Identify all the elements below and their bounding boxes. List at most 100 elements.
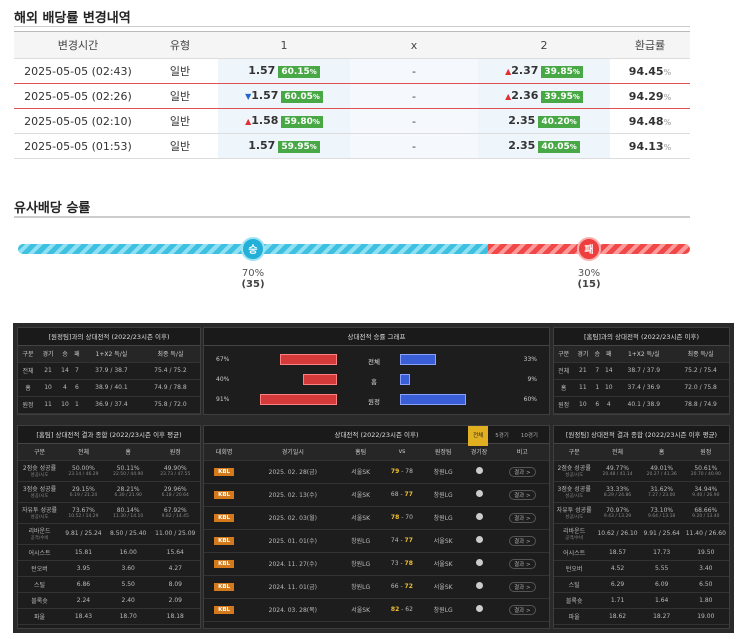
- venue-cell: [462, 483, 496, 507]
- stat-value: 2.40: [121, 596, 135, 604]
- stat-value: 6.86: [76, 580, 91, 588]
- away-score: 77: [404, 491, 413, 498]
- graph-left-pct: 67%: [216, 356, 230, 363]
- result-button[interactable]: 결과 >: [509, 489, 536, 500]
- h2h-cell: 38.7 / 37.9: [615, 362, 673, 380]
- league-cell: KBL: [204, 598, 245, 622]
- away-team: 창원LG: [424, 598, 463, 622]
- basketball-icon: [475, 605, 483, 612]
- stat-value: 31.62%: [650, 485, 674, 493]
- odds-pct-badge: 59.95%: [278, 141, 320, 153]
- result-button[interactable]: 결과 >: [509, 558, 536, 569]
- stat-subvalue: 11.30 / 14.10: [113, 513, 144, 519]
- league-cell: KBL: [204, 552, 245, 576]
- summary-row: 리바운드 공격/수비 9.81 / 25.24 8.50 / 25.40 11.00 /…: [18, 523, 200, 545]
- stat-value-cell: 17.73: [640, 544, 683, 561]
- h2h-graph-title: 상대전적 승률 그래프: [204, 328, 549, 346]
- stat-value: 4.52: [610, 564, 625, 572]
- graph-row-label: 전체: [368, 358, 380, 366]
- odds-pct: 60.05: [284, 92, 313, 102]
- summary-row: 3점슛 성공률 성공/시도 29.15% 6.19 / 21.24 28.21% 6.30…: [18, 481, 200, 503]
- refund-rate-cell: 94.29%: [610, 83, 690, 109]
- stat-sublabel: 성공/시도: [30, 515, 49, 520]
- h2h-header: 구분: [18, 346, 39, 363]
- h2h-cell: 1: [592, 379, 603, 397]
- h2h-graph-panel: 상대전적 승률 그래프 67% 전체 33% 40% 홈 9% 91% 원정 60%: [203, 327, 550, 415]
- match-count-tabs: 전체 5경기 10경기: [466, 426, 543, 446]
- odds-title-divider: [14, 26, 690, 27]
- stat-value-cell: 18.18: [150, 608, 200, 625]
- stat-label: 2점슛 성공률: [557, 465, 591, 472]
- stat-value: 80.14%: [116, 506, 140, 514]
- graph-right-bar: [400, 374, 410, 385]
- stat-value: 10.62 / 26.10: [597, 530, 638, 537]
- loss-pct: 30%: [577, 268, 601, 279]
- stat-name: 3점슛 성공률 성공/시도: [554, 481, 595, 503]
- pct-unit: %: [569, 143, 577, 151]
- score-cell: 82 - 62: [379, 598, 425, 622]
- result-button[interactable]: 결과 >: [509, 512, 536, 523]
- stat-subvalue: 6.18 / 20.64: [161, 492, 189, 498]
- refund-rate: 94.13: [628, 139, 664, 153]
- stat-value: 50.00%: [72, 464, 95, 472]
- match-row: KBL 2025. 01. 01(수) 창원LG 74 - 77 서울SK 결과 >: [204, 529, 549, 553]
- league-badge: KBL: [214, 605, 235, 614]
- h2h-header: 경기: [573, 346, 593, 363]
- stat-value-cell: 49.90% 23.73 / 47.55: [150, 460, 200, 482]
- stat-value: 3.60: [121, 564, 135, 572]
- pct-unit: %: [572, 68, 580, 76]
- odds-pct: 39.95: [544, 92, 573, 102]
- stat-value-cell: 16.00: [105, 544, 151, 561]
- result-button[interactable]: 결과 >: [509, 581, 536, 592]
- summary-row: 블록슛 2.24 2.40 2.09: [18, 592, 200, 609]
- stat-value-cell: 3.60: [105, 560, 151, 577]
- score-cell: 74 - 77: [379, 529, 425, 553]
- basketball-icon: [475, 513, 483, 520]
- h2h-cell: 원정: [554, 396, 574, 414]
- tab-2[interactable]: 10경기: [516, 426, 543, 446]
- result-button[interactable]: 결과 >: [509, 604, 536, 615]
- stat-sublabel: 성공/시도: [565, 494, 584, 499]
- stat-subvalue: 23.73 / 47.55: [160, 471, 191, 477]
- odds-value: 2.36: [511, 89, 539, 102]
- stat-subvalue: 9.43 / 13.29: [603, 513, 632, 519]
- odds-header-2: 1: [218, 31, 350, 59]
- stat-value: 70.97%: [606, 506, 629, 514]
- note-cell: 결과 >: [495, 483, 549, 507]
- league-cell: KBL: [204, 460, 245, 484]
- pct-unit: %: [663, 67, 672, 77]
- odds-pct: 40.05: [541, 142, 570, 152]
- stat-value: 34.94%: [694, 485, 718, 493]
- summary-row: 2점슛 성공률 성공/시도 50.00% 23.14 / 46.29 50.11% 22.…: [18, 460, 200, 482]
- stat-value-cell: 18.27: [640, 608, 683, 625]
- odds-2-cell: ▲2.36 39.95%: [478, 83, 610, 109]
- h2h-cell: 7: [71, 362, 82, 380]
- h2h-header: 경기: [38, 346, 59, 363]
- odds-value: 1.58: [251, 114, 279, 127]
- tab-0[interactable]: 전체: [468, 426, 489, 446]
- odds-1-cell: 1.57 60.15%: [218, 58, 350, 84]
- stat-name: 턴오버: [18, 560, 62, 577]
- stat-value: 8.09: [168, 580, 182, 588]
- home-score: 73: [390, 560, 399, 567]
- stat-value-cell: 6.29: [594, 576, 641, 593]
- stat-label: 리바운드: [563, 528, 586, 535]
- summary-row: 스틸 6.29 6.09 6.50: [554, 576, 729, 593]
- stat-value: 49.77%: [606, 464, 629, 472]
- result-button[interactable]: 결과 >: [509, 535, 536, 546]
- stat-value: 49.90%: [163, 464, 187, 472]
- stat-subvalue: 9.64 / 13.18: [648, 513, 676, 519]
- summary-row: 블록슛 1.71 1.64 1.80: [554, 592, 729, 609]
- stat-label: 턴오버: [31, 565, 48, 573]
- stat-value-cell: 1.64: [640, 592, 683, 609]
- home-team: 창원LG: [341, 552, 380, 576]
- stat-subvalue: 20.48 / 41.14: [602, 471, 633, 477]
- venue-cell: [462, 552, 496, 576]
- refund-rate-cell: 94.13%: [610, 133, 690, 159]
- result-button[interactable]: 결과 >: [509, 466, 536, 477]
- odds-time: 2025-05-05 (01:53): [14, 133, 142, 159]
- stat-value-cell: 9.81 / 25.24: [61, 523, 106, 545]
- stat-value-cell: 2.09: [150, 592, 200, 609]
- tab-1[interactable]: 5경기: [490, 426, 514, 446]
- basketball-icon: [475, 536, 483, 543]
